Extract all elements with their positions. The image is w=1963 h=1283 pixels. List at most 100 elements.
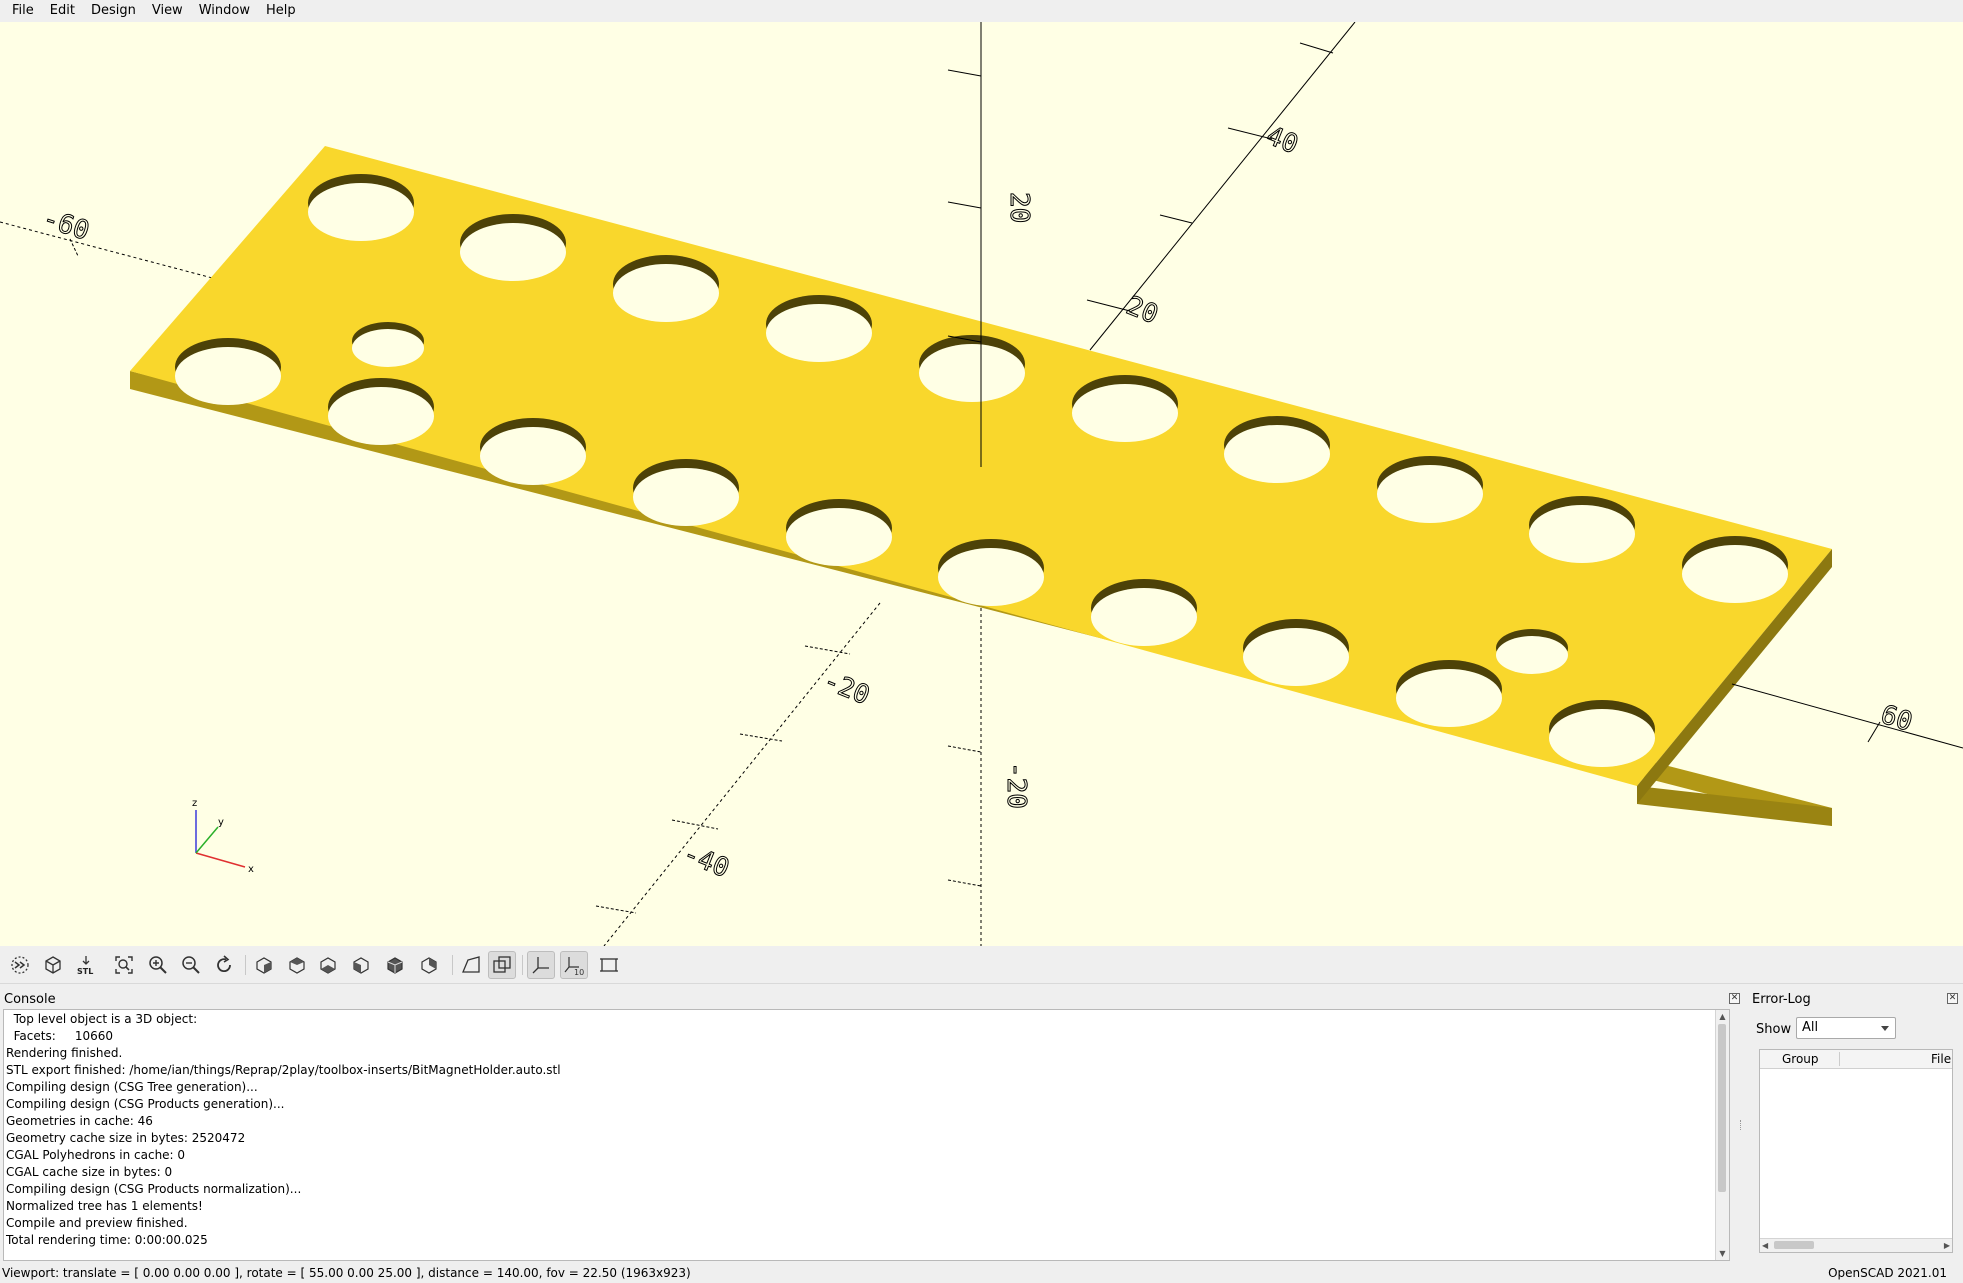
tick [1299,42,1334,54]
magnet-hole [1377,456,1483,523]
menu-window[interactable]: Window [191,0,258,22]
axes-gizmo: z y x [192,798,254,875]
scale-markers-icon: 10 [564,957,584,976]
console-close-icon[interactable]: ✕ [1729,993,1740,1004]
magnet-hole [1224,416,1330,483]
console-scroll-thumb[interactable] [1718,1024,1726,1192]
show-filter-select[interactable]: All [1796,1017,1896,1039]
tick [671,819,719,830]
show-filter-value: All [1802,1020,1819,1035]
zoom-in-button[interactable] [144,951,172,979]
gizmo-y-label: y [218,817,224,828]
magnet-hole [352,322,424,367]
error-log-close-icon[interactable]: ✕ [1947,993,1958,1004]
console-scrollbar[interactable]: ▲ ▼ [1715,1010,1729,1260]
axis-label-x-neg: -60 [39,204,93,247]
magnet-hole [1072,375,1178,442]
console-line: Compiling design (CSG Products normaliza… [6,1182,302,1196]
edges-icon [600,958,618,972]
error-log-scroll-thumb[interactable] [1774,1241,1814,1249]
show-axes-button[interactable] [527,951,555,979]
version-label: OpenSCAD 2021.01 [1828,1266,1947,1280]
view-left-button[interactable] [347,951,375,979]
show-scale-markers-button[interactable]: 10 [560,951,588,979]
magnet-hole [1549,700,1655,767]
menu-help[interactable]: Help [258,0,304,22]
magnet-hole [633,459,739,526]
magnet-hole [1529,496,1635,563]
menu-design[interactable]: Design [83,0,144,22]
view-all-button[interactable] [110,951,138,979]
tick [947,201,982,209]
console-output[interactable]: Top level object is a 3D object: Facets:… [3,1009,1730,1261]
magnet-hole [1396,660,1502,727]
error-log-table[interactable]: Group File ◀ ▶ [1759,1049,1953,1253]
viewport-status: Viewport: translate = [ 0.00 0.00 0.00 ]… [2,1266,691,1280]
chevron-down-icon [1881,1026,1889,1031]
axis-label-z-pos: 20 [1004,192,1034,223]
column-header-group[interactable]: Group [1782,1050,1819,1068]
orthogonal-button[interactable] [488,951,516,979]
preview-button[interactable] [6,951,34,979]
view-back-icon [421,957,437,974]
view-right-button[interactable] [250,951,278,979]
magnet-hole [480,418,586,485]
error-log-hscrollbar[interactable]: ◀ ▶ [1760,1238,1952,1252]
console-line: STL export finished: /home/ian/things/Re… [6,1063,561,1077]
orthogonal-icon [493,956,511,973]
render-icon [45,956,61,974]
show-edges-button[interactable] [595,951,623,979]
console-line: Compiling design (CSG Products generatio… [6,1097,285,1111]
menu-view[interactable]: View [144,0,191,22]
error-log-header: Group File [1760,1050,1952,1069]
axis-label-y-neg-far: -40 [679,839,734,884]
render-button[interactable] [39,951,67,979]
view-top-button[interactable] [283,951,311,979]
gizmo-z-label: z [192,798,197,809]
tick [947,745,982,753]
axes-icon [532,957,549,974]
perspective-button[interactable] [457,951,485,979]
console-line: Facets: 10660 [6,1029,114,1043]
magnet-hole [175,338,281,405]
menu-file[interactable]: File [4,0,42,22]
tick [804,645,851,655]
magnet-hole [1496,629,1568,674]
magnet-hole [1243,619,1349,686]
show-filter-label: Show [1756,1022,1792,1037]
console-line: Compiling design (CSG Tree generation)..… [6,1080,258,1094]
zoom-out-button[interactable] [177,951,205,979]
scene-canvas: -60 60 40 20 -20 -40 20 -20 z y x [0,22,1963,946]
error-log-title: Error-Log [1752,992,1811,1007]
console-line: Top level object is a 3D object: [6,1012,198,1026]
panel-splitter[interactable] [1740,1120,1743,1130]
menu-bar: File Edit Design View Window Help [0,0,1963,22]
magnet-hole [613,255,719,322]
zoom-in-icon [149,956,167,974]
reset-view-button[interactable] [210,951,238,979]
3d-viewport[interactable]: -60 60 40 20 -20 -40 20 -20 z y x [0,22,1963,946]
view-front-button[interactable] [381,951,409,979]
console-line: Geometries in cache: 46 [6,1114,153,1128]
scroll-up-icon[interactable]: ▲ [1716,1010,1729,1023]
magnet-hole [460,214,566,281]
console-title: Console [4,992,56,1007]
magnet-hole [1682,536,1788,603]
magnet-hole [1091,579,1197,646]
tick [1086,299,1131,312]
export-stl-button[interactable]: STL [72,951,100,979]
magnet-hole [766,295,872,362]
column-header-file[interactable]: File [1931,1050,1951,1068]
menu-edit[interactable]: Edit [42,0,83,22]
tick [1159,214,1193,224]
axis-label-x-pos: 60 [1877,700,1916,738]
view-bottom-icon [320,957,336,974]
scroll-right-icon: ▶ [1943,1241,1950,1250]
view-bottom-button[interactable] [314,951,342,979]
tick [739,733,783,742]
magnet-hole [328,378,434,445]
view-back-button[interactable] [415,951,443,979]
y-axis-negative [603,602,881,946]
scroll-down-icon[interactable]: ▼ [1716,1247,1729,1260]
preview-icon [11,956,29,974]
